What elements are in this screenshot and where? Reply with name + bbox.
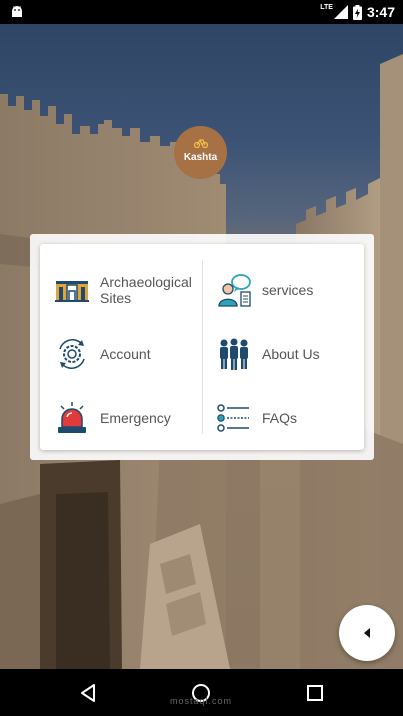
menu-item-archaeological-sites[interactable]: Archaeological Sites [54, 258, 216, 322]
android-icon [12, 6, 22, 17]
menu-item-label: services [262, 282, 314, 298]
faq-list-icon [216, 400, 252, 436]
bicycle-icon [174, 137, 227, 151]
menu-item-emergency[interactable]: Emergency [54, 386, 216, 450]
nav-back-button[interactable] [74, 679, 102, 707]
menu-item-about-us[interactable]: About Us [216, 322, 378, 386]
account-gear-icon [54, 336, 90, 372]
menu-item-label: About Us [262, 346, 320, 362]
menu-item-account[interactable]: Account [54, 322, 216, 386]
back-arrow-icon [364, 628, 370, 638]
menu-item-services[interactable]: services [216, 258, 378, 322]
logo-text: Kashta [183, 152, 218, 163]
status-bar: LTE 3:47 [0, 0, 403, 24]
nav-recents-button[interactable] [301, 679, 329, 707]
recents-nav-icon [307, 685, 323, 701]
menu-item-label: Account [100, 346, 151, 362]
menu-item-label: Emergency [100, 410, 171, 426]
android-nav-bar: mostaql.com [0, 669, 403, 716]
menu-item-label: Archaeological Sites [100, 274, 192, 306]
back-nav-icon [81, 684, 95, 702]
team-people-icon [216, 336, 252, 372]
signal-icon [333, 5, 348, 19]
kashta-logo: Kashta [174, 126, 227, 179]
back-fab-button[interactable] [339, 605, 395, 661]
battery-charging-icon [352, 4, 362, 20]
watermark: mostaql.com [170, 696, 233, 706]
menu-item-faqs[interactable]: FAQs [216, 386, 378, 450]
customer-service-icon [216, 272, 252, 308]
main-menu-card: Archaeological Sites services Account Ab… [30, 234, 374, 460]
menu-item-label: FAQs [262, 410, 298, 426]
menu-grid: Archaeological Sites services Account Ab… [40, 244, 364, 450]
siren-icon [54, 400, 90, 436]
archaeological-sites-icon [54, 272, 90, 308]
clock: 3:47 [366, 4, 395, 20]
network-type: LTE [320, 4, 333, 11]
